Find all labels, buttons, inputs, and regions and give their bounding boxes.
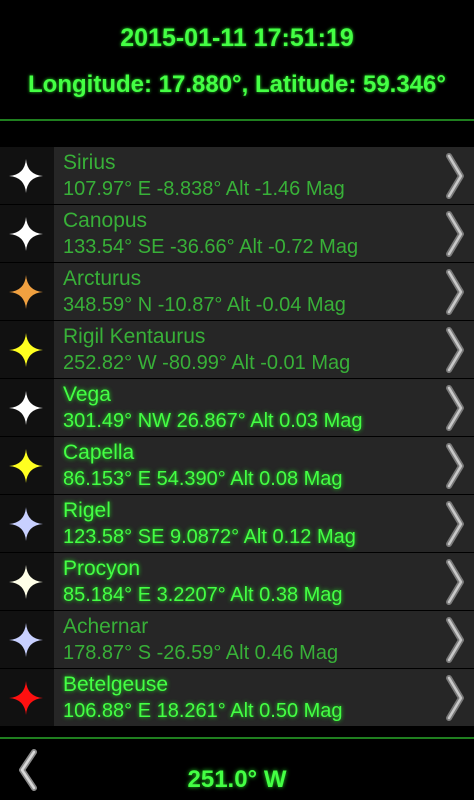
chevron-right-icon[interactable] bbox=[442, 267, 468, 317]
star-icon-box bbox=[0, 379, 54, 436]
chevron-right-icon[interactable] bbox=[442, 615, 468, 665]
orange-star-icon bbox=[9, 275, 43, 309]
star-row[interactable]: Sirius 107.97° E -8.838° Alt -1.46 Mag bbox=[0, 147, 474, 205]
star-icon-box bbox=[0, 321, 54, 378]
chevron-right-icon[interactable] bbox=[442, 325, 468, 375]
white-star-icon bbox=[9, 217, 43, 251]
star-position-info: 106.88° E 18.261° Alt 0.50 Mag bbox=[63, 700, 343, 722]
star-name: Vega bbox=[63, 383, 111, 406]
star-name: Arcturus bbox=[63, 267, 142, 290]
star-icon-box bbox=[0, 263, 54, 320]
star-position-info: 107.97° E -8.838° Alt -1.46 Mag bbox=[63, 178, 345, 200]
star-row[interactable]: Vega 301.49° NW 26.867° Alt 0.03 Mag bbox=[0, 379, 474, 437]
star-row[interactable]: Rigel 123.58° SE 9.0872° Alt 0.12 Mag bbox=[0, 495, 474, 553]
chevron-right-icon[interactable] bbox=[442, 441, 468, 491]
star-position-info: 252.82° W -80.99° Alt -0.01 Mag bbox=[63, 352, 351, 374]
star-icon-box bbox=[0, 495, 54, 552]
azimuth-label: 251.0° W bbox=[187, 766, 287, 793]
yellow-star-icon bbox=[9, 333, 43, 367]
star-name: Betelgeuse bbox=[63, 673, 169, 696]
star-position-info: 86.153° E 54.390° Alt 0.08 Mag bbox=[63, 468, 343, 490]
chevron-right-icon[interactable] bbox=[442, 383, 468, 433]
star-name: Capella bbox=[63, 441, 135, 464]
red-star-icon bbox=[9, 681, 43, 715]
chevron-right-icon[interactable] bbox=[442, 151, 468, 201]
star-name: Sirius bbox=[63, 151, 116, 174]
blue-white-star-icon bbox=[9, 507, 43, 541]
bottom-divider bbox=[0, 737, 474, 739]
star-icon-box bbox=[0, 205, 54, 262]
blue-white-star-icon bbox=[9, 623, 43, 657]
star-position-info: 301.49° NW 26.867° Alt 0.03 Mag bbox=[63, 410, 363, 432]
white-star-icon bbox=[9, 565, 43, 599]
header: 2015-01-11 17:51:19 Longitude: 17.880°, … bbox=[0, 0, 474, 120]
star-row[interactable]: Betelgeuse 106.88° E 18.261° Alt 0.50 Mag bbox=[0, 669, 474, 727]
star-row[interactable]: Capella 86.153° E 54.390° Alt 0.08 Mag bbox=[0, 437, 474, 495]
star-icon-box bbox=[0, 437, 54, 494]
star-row[interactable]: Procyon 85.184° E 3.2207° Alt 0.38 Mag bbox=[0, 553, 474, 611]
star-position-info: 85.184° E 3.2207° Alt 0.38 Mag bbox=[63, 584, 343, 606]
chevron-right-icon[interactable] bbox=[442, 673, 468, 723]
star-row[interactable]: Canopus 133.54° SE -36.66° Alt -0.72 Mag bbox=[0, 205, 474, 263]
star-name: Canopus bbox=[63, 209, 148, 232]
star-position-info: 178.87° S -26.59° Alt 0.46 Mag bbox=[63, 642, 339, 664]
star-position-info: 348.59° N -10.87° Alt -0.04 Mag bbox=[63, 294, 346, 316]
star-icon-box bbox=[0, 147, 54, 204]
coordinates-label: Longitude: 17.880°, Latitude: 59.346° bbox=[28, 71, 446, 98]
star-list: Sirius 107.97° E -8.838° Alt -1.46 Mag Can… bbox=[0, 147, 474, 727]
star-icon-box bbox=[0, 669, 54, 726]
star-name: Rigel bbox=[63, 499, 111, 522]
star-icon-box bbox=[0, 553, 54, 610]
yellow-star-icon bbox=[9, 449, 43, 483]
star-row[interactable]: Achernar 178.87° S -26.59° Alt 0.46 Mag bbox=[0, 611, 474, 669]
white-star-icon bbox=[9, 159, 43, 193]
chevron-right-icon[interactable] bbox=[442, 499, 468, 549]
datetime-label: 2015-01-11 17:51:19 bbox=[120, 24, 354, 52]
top-divider bbox=[0, 119, 474, 121]
white-star-icon bbox=[9, 391, 43, 425]
star-position-info: 123.58° SE 9.0872° Alt 0.12 Mag bbox=[63, 526, 356, 548]
star-row[interactable]: Arcturus 348.59° N -10.87° Alt -0.04 Mag bbox=[0, 263, 474, 321]
star-row[interactable]: Rigil Kentaurus 252.82° W -80.99° Alt -0.… bbox=[0, 321, 474, 379]
star-name: Achernar bbox=[63, 615, 149, 638]
star-name: Procyon bbox=[63, 557, 141, 580]
star-position-info: 133.54° SE -36.66° Alt -0.72 Mag bbox=[63, 236, 359, 258]
chevron-right-icon[interactable] bbox=[442, 557, 468, 607]
chevron-right-icon[interactable] bbox=[442, 209, 468, 259]
star-name: Rigil Kentaurus bbox=[63, 325, 206, 348]
star-icon-box bbox=[0, 611, 54, 668]
